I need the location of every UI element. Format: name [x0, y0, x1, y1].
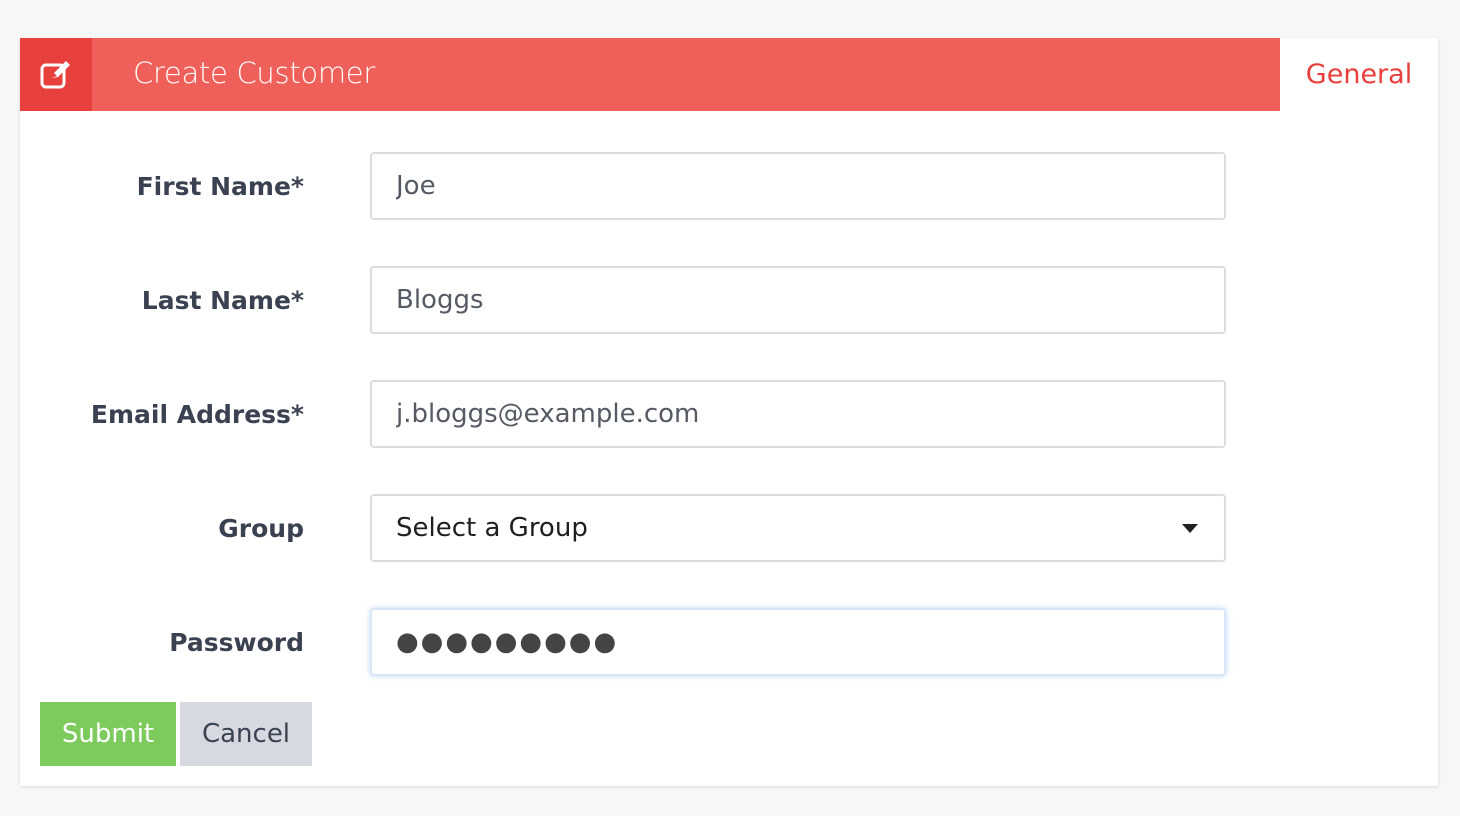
email-row: Email Address*: [20, 380, 1438, 448]
panel-header: Create Customer: [20, 38, 1280, 111]
header-icon-box: [20, 38, 92, 111]
first-name-row: First Name*: [20, 152, 1438, 220]
create-customer-panel: Create Customer General First Name* Last…: [20, 38, 1438, 786]
group-select[interactable]: Select a Group: [370, 494, 1226, 562]
cancel-button[interactable]: Cancel: [180, 702, 312, 766]
group-row: Group Select a Group: [20, 494, 1438, 562]
first-name-label: First Name*: [136, 171, 304, 201]
last-name-field[interactable]: [370, 266, 1226, 334]
email-label: Email Address*: [90, 399, 304, 429]
group-select-value: Select a Group: [396, 513, 588, 543]
last-name-label: Last Name*: [141, 285, 304, 315]
last-name-row: Last Name*: [20, 266, 1438, 334]
password-field[interactable]: [370, 608, 1226, 676]
tab-general[interactable]: General: [1280, 38, 1438, 111]
first-name-field[interactable]: [370, 152, 1226, 220]
page-title: Create Customer: [133, 56, 375, 90]
password-row: Password: [20, 608, 1438, 676]
password-label: Password: [169, 627, 304, 657]
caret-down-icon: [1182, 524, 1198, 533]
submit-button[interactable]: Submit: [40, 702, 176, 766]
email-field[interactable]: [370, 380, 1226, 448]
group-label: Group: [218, 513, 304, 543]
